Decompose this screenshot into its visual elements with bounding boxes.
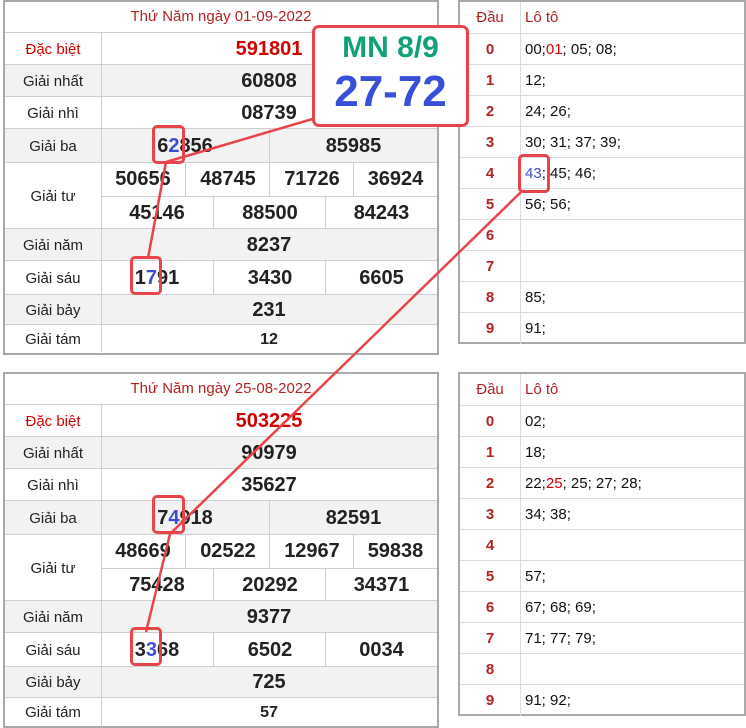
highlight-box-top-loto [518,154,550,193]
callout-region: MN 8/9 [342,31,439,64]
highlight-box-bottom-sixth [130,627,162,666]
prediction-callout: MN 8/9 27-72 [312,25,469,127]
highlight-box-top-third [152,125,185,164]
highlight-box-top-sixth [130,256,162,295]
line-loto-to-third-bottom [169,191,522,535]
line-third-to-sixth-top [146,161,168,259]
line-callout-to-third [165,116,317,164]
line-third-to-sixth-bottom [144,533,172,633]
highlight-box-bottom-third [152,495,185,534]
callout-numbers: 27-72 [334,67,447,116]
